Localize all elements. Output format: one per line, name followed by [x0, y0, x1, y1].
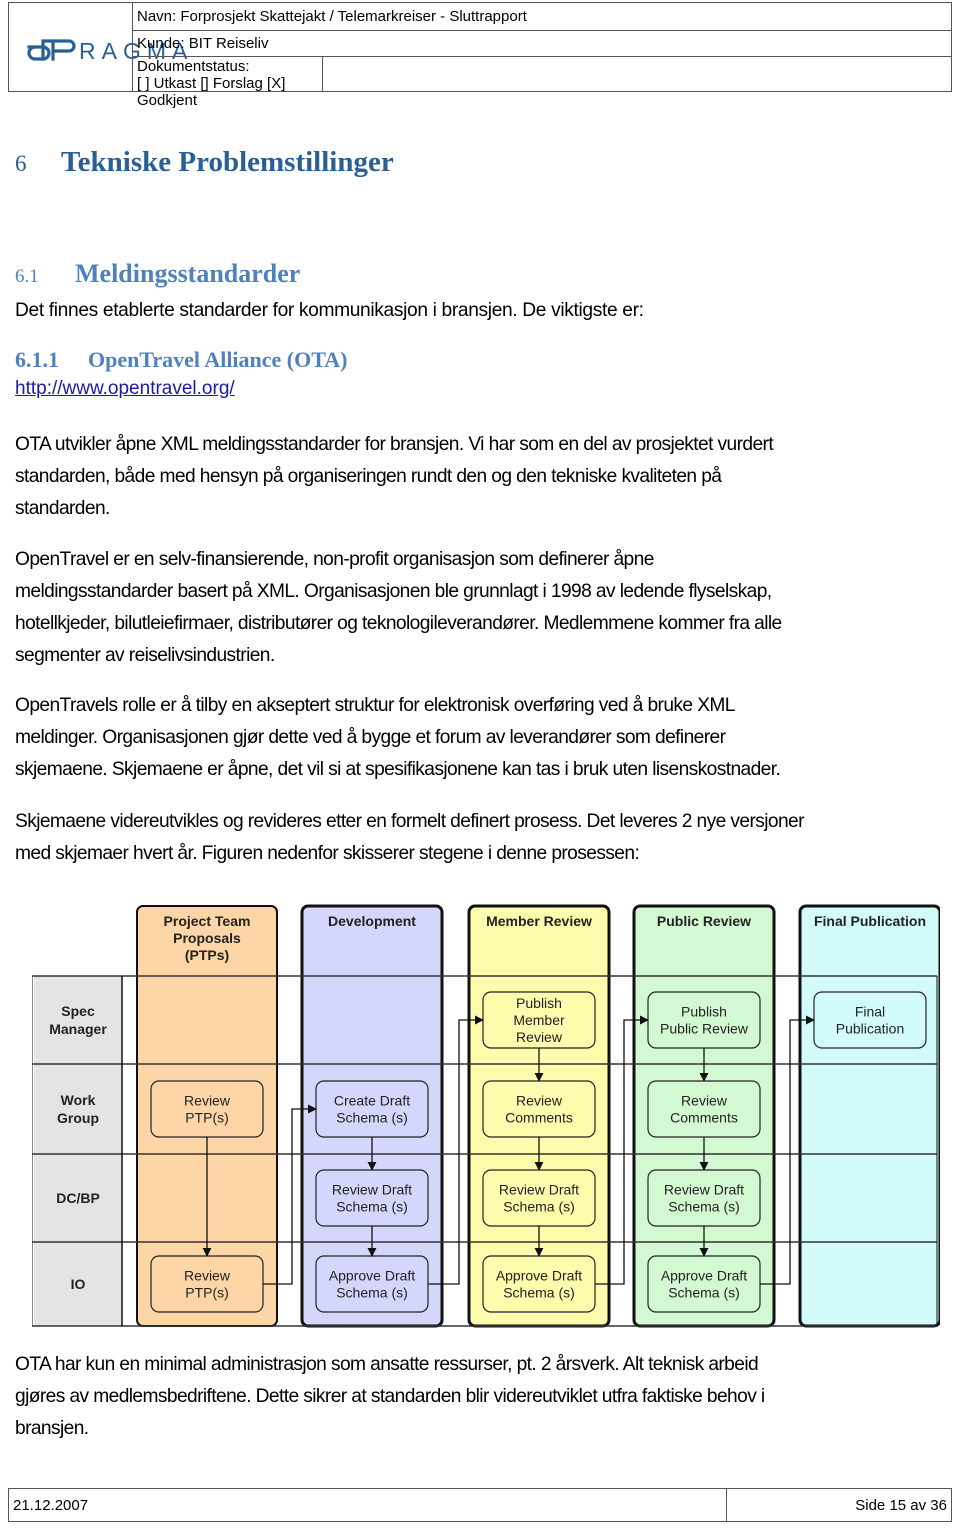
paragraph: Skjemaene videreutvikles og revideres et… — [15, 806, 950, 870]
subsection-intro: Det finnes etablerte standarder for komm… — [15, 300, 644, 321]
phase-title: Development — [328, 913, 416, 929]
paragraph: OTA har kun en minimal administrasjon so… — [15, 1349, 950, 1445]
subsection-number: 6.1 — [15, 266, 39, 287]
opentravel-link[interactable]: http://www.opentravel.org/ — [15, 378, 235, 400]
role-label: Work — [61, 1092, 96, 1108]
step-label: Schema (s) — [668, 1285, 740, 1301]
paragraph-line: Skjemaene videreutvikles og revideres et… — [15, 811, 805, 832]
step-label: Comments — [670, 1110, 738, 1126]
step-label: PTP(s) — [185, 1285, 229, 1301]
paragraph-line: med skjemaer hvert år. Figuren nedenfor … — [15, 843, 640, 864]
subsection-title: Meldingsstandarder — [75, 259, 301, 288]
step-label: Create Draft — [334, 1093, 410, 1109]
document-header: RAGMA Navn: Forprosjekt Skattejakt / Tel… — [8, 2, 952, 109]
paragraph-line: standarden, både med hensyn på organiser… — [15, 466, 722, 487]
subsection-heading: 6.1 Meldingsstandarder — [15, 259, 300, 289]
document-footer: 21.12.2007 Side 15 av 36 — [8, 1488, 952, 1522]
paragraph: OpenTravel er en selv-finansierende, non… — [15, 544, 950, 672]
paragraph-line: meldinger. Organisasjonen gjør dette ved… — [15, 727, 726, 748]
step-label: Public Review — [660, 1021, 749, 1037]
paragraph-line: bransjen. — [15, 1418, 89, 1439]
step-label: Member — [513, 1012, 565, 1028]
phase-title: (PTPs) — [185, 947, 229, 963]
phase-column — [798, 904, 940, 1328]
step-label: Publish — [681, 1004, 727, 1020]
footer-divider — [726, 1489, 727, 1521]
role-label: IO — [71, 1276, 86, 1292]
project-name: Navn: Forprosjekt Skattejakt / Telemarkr… — [133, 3, 951, 31]
subsubsection-title: OpenTravel Alliance (OTA) — [88, 347, 348, 372]
section-heading: 6 Tekniske Problemstillinger — [15, 146, 394, 179]
page-number: Side 15 av 36 — [855, 1497, 947, 1514]
step-label: Schema (s) — [336, 1110, 408, 1126]
paragraph: OTA utvikler åpne XML meldingsstandarder… — [15, 429, 950, 525]
step-label: PTP(s) — [185, 1110, 229, 1126]
role-label: Spec — [61, 1003, 95, 1019]
step-label: Review Draft — [664, 1182, 744, 1198]
paragraph-line: gjøres av medlemsbedriftene. Dette sikre… — [15, 1386, 765, 1407]
step-label: Review — [184, 1268, 231, 1284]
step-label: Review Draft — [332, 1182, 412, 1198]
step-label: Review — [516, 1093, 563, 1109]
paragraph-line: meldingsstandarder basert på XML. Organi… — [15, 581, 772, 602]
section-title: Tekniske Problemstillinger — [61, 146, 394, 178]
phase-title: Public Review — [657, 913, 751, 929]
paragraph-line: hotellkjeder, bilutleiefirmaer, distribu… — [15, 613, 782, 634]
step-label: Schema (s) — [503, 1285, 575, 1301]
step-label: Schema (s) — [336, 1285, 408, 1301]
footer-date: 21.12.2007 — [13, 1497, 89, 1514]
phase-title: Proposals — [173, 930, 241, 946]
paragraph: OpenTravels rolle er å tilby en aksepter… — [15, 690, 950, 786]
paragraph-line: OpenTravels rolle er å tilby en aksepter… — [15, 695, 735, 716]
paragraph-line: OTA har kun en minimal administrasjon so… — [15, 1354, 759, 1375]
paragraph-line: OpenTravel er en selv-finansierende, non… — [15, 549, 654, 570]
status-options: [ ] Utkast [] Forslag [X] Godkjent — [137, 75, 286, 109]
role-label: DC/BP — [56, 1190, 100, 1206]
step-label: Schema (s) — [503, 1199, 575, 1215]
step-label: Comments — [505, 1110, 573, 1126]
document-status: Dokumentstatus: [ ] Utkast [] Forslag [X… — [133, 57, 323, 109]
phase-title: Member Review — [486, 913, 592, 929]
status-label: Dokumentstatus: — [137, 58, 250, 75]
step-label: Review — [681, 1093, 728, 1109]
role-cell — [34, 1064, 122, 1154]
ota-process-diagram: Project TeamProposals(PTPs) Development Me… — [32, 904, 940, 1328]
paragraph-line: segmenter av reiselivsindustrien. — [15, 645, 275, 666]
step-label: Schema (s) — [668, 1199, 740, 1215]
subsubsection-number: 6.1.1 — [15, 347, 59, 372]
phase-title: Final Publication — [814, 913, 926, 929]
step-label: Approve Draft — [661, 1268, 747, 1284]
role-cell — [34, 976, 122, 1064]
step-label: Review — [184, 1093, 231, 1109]
paragraph-line: skjemaene. Skjemaene er åpne, det vil si… — [15, 759, 781, 780]
phase-title: Project Team — [164, 913, 251, 929]
paragraph-line: OTA utvikler åpne XML meldingsstandarder… — [15, 434, 774, 455]
step-label: Publication — [836, 1021, 905, 1037]
paragraph-line: standarden. — [15, 498, 110, 519]
step-label: Review Draft — [499, 1182, 579, 1198]
role-label: Group — [57, 1110, 99, 1126]
step-label: Approve Draft — [496, 1268, 582, 1284]
customer-name: Kunde: BIT Reiseliv — [133, 31, 951, 57]
subsubsection-heading: 6.1.1 OpenTravel Alliance (OTA) — [15, 347, 348, 373]
step-label: Approve Draft — [329, 1268, 415, 1284]
role-label: Manager — [49, 1021, 107, 1037]
step-label: Publish — [516, 995, 562, 1011]
step-label: Schema (s) — [336, 1199, 408, 1215]
step-label: Review — [516, 1029, 563, 1045]
section-number: 6 — [15, 151, 27, 176]
step-label: Final — [855, 1004, 885, 1020]
